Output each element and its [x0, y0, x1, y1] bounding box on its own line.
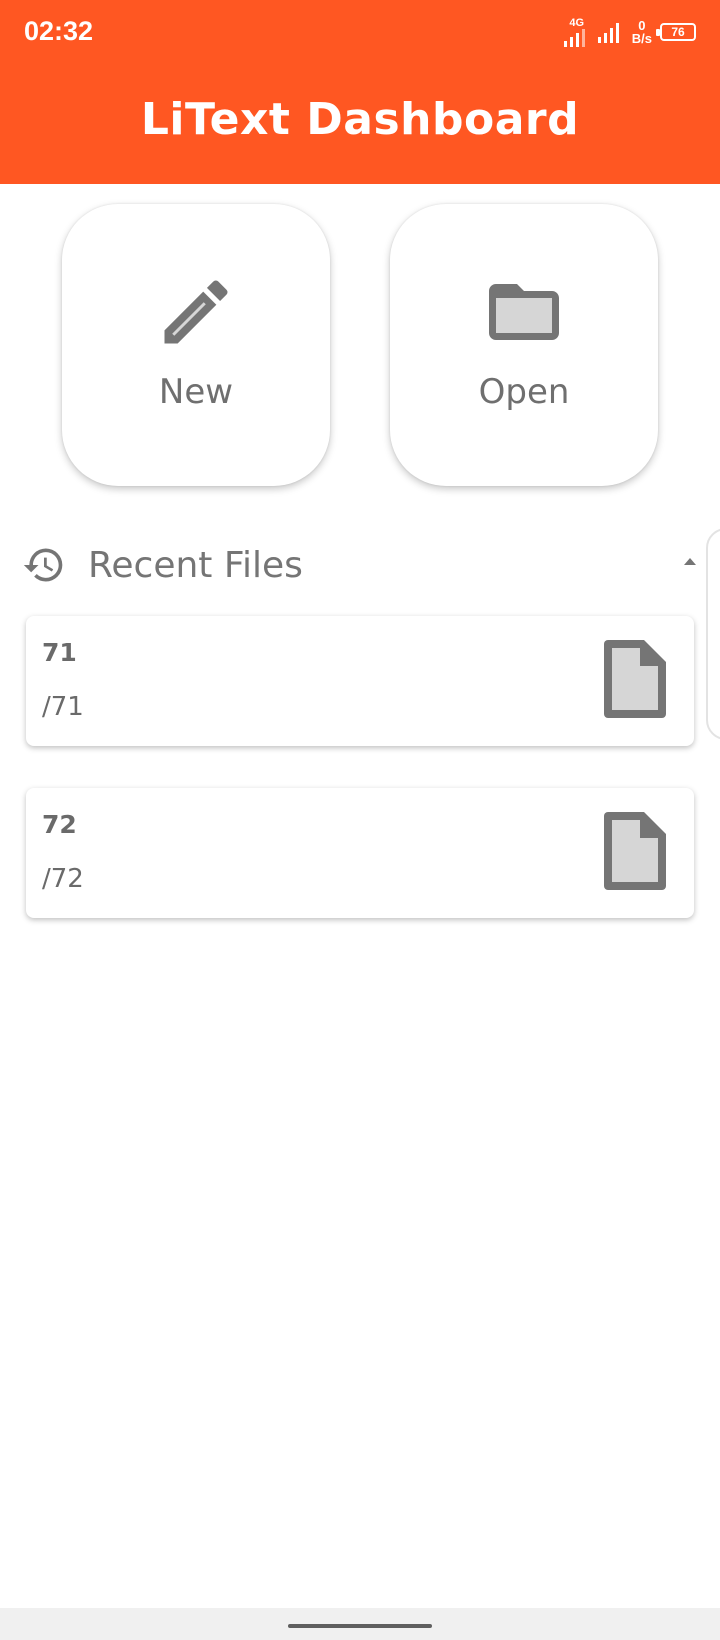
- new-button-label: New: [158, 372, 234, 412]
- network-speed: 0 B/s: [632, 19, 652, 45]
- recent-files-title: Recent Files: [88, 544, 303, 586]
- pencil-icon: [164, 280, 228, 344]
- side-panel-edge[interactable]: [706, 528, 720, 740]
- page-title: LiText Dashboard: [140, 94, 580, 145]
- system-nav-bar: [0, 1608, 720, 1640]
- signal-icon: [597, 23, 619, 43]
- recent-file-item[interactable]: 72 /72: [26, 788, 694, 918]
- app-screen: 02:32 4G 0 B/s 76 LiText Dashboard New O…: [0, 0, 720, 1640]
- history-icon: [23, 548, 63, 582]
- status-time: 02:32: [24, 16, 94, 46]
- battery-icon: 76: [656, 23, 696, 41]
- battery-level: 76: [671, 25, 685, 39]
- network-speed-unit: B/s: [631, 31, 652, 46]
- home-indicator[interactable]: [288, 1624, 432, 1628]
- folder-icon: [489, 284, 559, 340]
- open-button-label: Open: [478, 372, 570, 412]
- status-icons: 4G 0 B/s 76: [563, 14, 696, 50]
- new-file-button[interactable]: New: [62, 204, 330, 486]
- file-icon: [604, 640, 666, 718]
- recent-files-header[interactable]: Recent Files: [22, 538, 698, 592]
- recent-file-item[interactable]: 71 /71: [26, 616, 694, 746]
- file-icon: [604, 812, 666, 890]
- app-header: 02:32 4G 0 B/s 76 LiText Dashboard: [0, 0, 720, 184]
- collapse-arrow-icon[interactable]: [682, 556, 698, 568]
- open-file-button[interactable]: Open: [390, 204, 658, 486]
- file-path: /71: [42, 692, 84, 722]
- file-path: /72: [42, 864, 84, 894]
- file-name: 71: [42, 638, 77, 667]
- network-type-label: 4G: [569, 16, 585, 29]
- signal-4g-icon: 4G: [563, 16, 590, 47]
- file-name: 72: [42, 810, 77, 839]
